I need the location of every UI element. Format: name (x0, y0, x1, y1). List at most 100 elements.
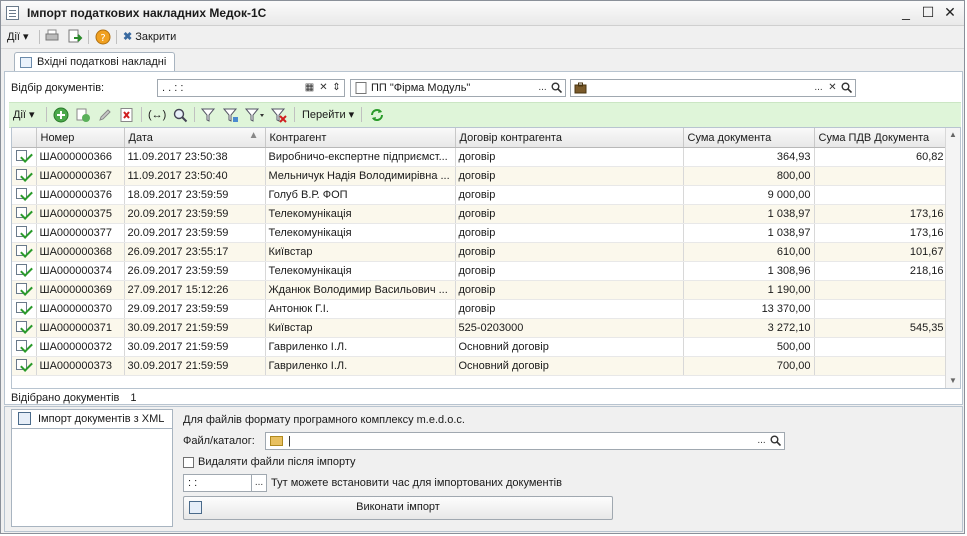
select-button[interactable]: ... (536, 80, 549, 96)
cell-contractor: Телекомунікація (265, 261, 456, 281)
hierarchy-icon[interactable]: (↔) (148, 107, 166, 123)
refresh-icon[interactable] (369, 107, 385, 123)
close-window-button[interactable]: ✕ (942, 4, 958, 20)
table-row[interactable]: ША000000371 30.09.2017 21:59:59 Київстар 52… (12, 318, 948, 338)
close-icon: ✖ (123, 31, 133, 43)
edit-icon[interactable] (97, 107, 113, 123)
select-button[interactable]: ... (251, 475, 266, 491)
document-ok-icon (15, 168, 33, 182)
add-icon[interactable] (53, 107, 69, 123)
search-icon[interactable] (840, 80, 853, 96)
filter-icon[interactable] (200, 107, 217, 123)
time-input[interactable]: : : ... (183, 474, 267, 492)
clear-filter-icon[interactable] (270, 107, 287, 123)
minimize-button[interactable]: _ (898, 4, 914, 20)
document-icon (6, 6, 19, 20)
import-hint: Для файлів формату програмного комплексу… (183, 414, 465, 426)
tab-import-xml[interactable]: Імпорт документів з XML (11, 409, 173, 429)
clear-icon[interactable]: ✕ (826, 80, 839, 96)
file-label: Файл/каталог: (183, 435, 255, 447)
cell-contract: договір (455, 242, 684, 262)
status-label: Відібрано документів (11, 392, 120, 404)
cell-date: 30.09.2017 21:59:59 (124, 318, 266, 338)
document-ok-icon (15, 320, 33, 334)
execute-import-button[interactable]: Виконати імпорт (183, 496, 613, 520)
scroll-down-icon[interactable]: ▼ (946, 374, 960, 388)
status-line: Відібрано документів 1 (11, 392, 137, 404)
column-vat[interactable]: Сума ПДВ Документа (814, 128, 948, 148)
table-row[interactable]: ША000000369 27.09.2017 15:12:26 Жданюк Вол… (12, 280, 948, 300)
search-icon[interactable] (769, 433, 782, 449)
spin-icon[interactable]: ⇕ (330, 80, 343, 96)
help-icon[interactable]: ? (95, 29, 111, 45)
copy-icon[interactable] (75, 107, 91, 123)
cell-vat (814, 299, 948, 319)
close-button[interactable]: ✖ Закрити (123, 29, 176, 45)
printer-icon[interactable] (45, 29, 59, 45)
cell-vat: 101,67 (814, 242, 948, 262)
select-button[interactable]: ... (755, 433, 768, 449)
cell-number: ША000000374 (36, 261, 125, 281)
documents-table: Номер Дата ▲ Контрагент Договір контраген… (11, 127, 961, 389)
filter-label: Відбір документів: (11, 82, 105, 94)
table-row[interactable]: ША000000366 11.09.2017 23:50:38 Виробничо-… (12, 147, 948, 167)
file-input[interactable]: | ... (265, 432, 785, 450)
find-icon[interactable] (172, 107, 188, 123)
table-row[interactable]: ША000000368 26.09.2017 23:55:17 Київстар до… (12, 242, 948, 262)
cell-contract: договір (455, 261, 684, 281)
cell-sum: 3 272,10 (683, 318, 815, 338)
cell-sum: 610,00 (683, 242, 815, 262)
search-icon[interactable] (550, 80, 563, 96)
cell-icon (12, 185, 37, 205)
clear-icon[interactable]: ✕ (317, 80, 330, 96)
column-sum[interactable]: Сума документа (683, 128, 815, 148)
cell-icon (12, 166, 37, 186)
actions-menu[interactable]: Дії ▾ (7, 29, 29, 45)
period-field[interactable]: . . : : ▦ ✕ ⇕ (157, 79, 345, 97)
column-number[interactable]: Номер (36, 128, 125, 148)
maximize-button[interactable]: ☐ (920, 4, 936, 20)
list-actions-menu[interactable]: Дії ▾ (13, 107, 35, 123)
filter-history-icon[interactable] (244, 107, 265, 123)
table-row[interactable]: ША000000374 26.09.2017 23:59:59 Телекомуні… (12, 261, 948, 281)
document-ok-icon (15, 206, 33, 220)
vertical-scrollbar[interactable]: ▲ ▼ (945, 128, 960, 388)
import-side-panel (11, 429, 173, 527)
table-row[interactable]: ША000000372 30.09.2017 21:59:59 Гавриленко… (12, 337, 948, 357)
organization-field[interactable]: ПП "Фірма Модуль" ... (350, 79, 566, 97)
table-row[interactable]: ША000000375 20.09.2017 23:59:59 Телекомуні… (12, 204, 948, 224)
delete-icon[interactable] (119, 107, 135, 123)
cell-icon (12, 280, 37, 300)
table-row[interactable]: ША000000367 11.09.2017 23:50:40 Мельничук … (12, 166, 948, 186)
scroll-up-icon[interactable]: ▲ (946, 128, 960, 142)
cell-contractor: Жданюк Володимир Васильович ... (265, 280, 456, 300)
xml-icon (18, 412, 31, 425)
document-ok-icon (15, 301, 33, 315)
filter-by-value-icon[interactable] (222, 107, 239, 123)
contractor-field[interactable]: ... ✕ (570, 79, 856, 97)
select-button[interactable]: ... (812, 80, 825, 96)
cell-vat: 60,82 (814, 147, 948, 167)
cell-icon (12, 204, 37, 224)
tab-incoming-invoices[interactable]: Вхідні податкові накладні (14, 52, 176, 72)
delete-files-checkbox[interactable] (183, 457, 194, 468)
column-contractor[interactable]: Контрагент (265, 128, 456, 148)
column-contract[interactable]: Договір контрагента (455, 128, 684, 148)
table-row[interactable]: ША000000370 29.09.2017 23:59:59 Антонюк Г.… (12, 299, 948, 319)
table-row[interactable]: ША000000373 30.09.2017 21:59:59 Гавриленко… (12, 356, 948, 376)
table-row[interactable]: ША000000377 20.09.2017 23:59:59 Телекомуні… (12, 223, 948, 243)
calendar-icon[interactable]: ▦ (303, 80, 316, 96)
main-window: Імпорт податкових накладних Медок-1С _ ☐… (0, 0, 965, 534)
cell-contract: договір (455, 185, 684, 205)
column-date[interactable]: Дата ▲ (124, 128, 266, 148)
cell-date: 20.09.2017 23:59:59 (124, 223, 266, 243)
delete-files-label: Видаляти файли після імпорту (198, 456, 356, 468)
table-row[interactable]: ША000000376 18.09.2017 23:59:59 Голуб В.Р.… (12, 185, 948, 205)
cell-vat (814, 337, 948, 357)
cell-vat (814, 356, 948, 376)
goto-menu[interactable]: Перейти ▾ (302, 107, 354, 123)
import-panel: Імпорт документів з XML Для файлів форма… (4, 406, 963, 532)
status-count: 1 (130, 392, 137, 404)
tab-import-label: Імпорт документів з XML (38, 413, 165, 425)
export-icon[interactable] (67, 29, 83, 45)
